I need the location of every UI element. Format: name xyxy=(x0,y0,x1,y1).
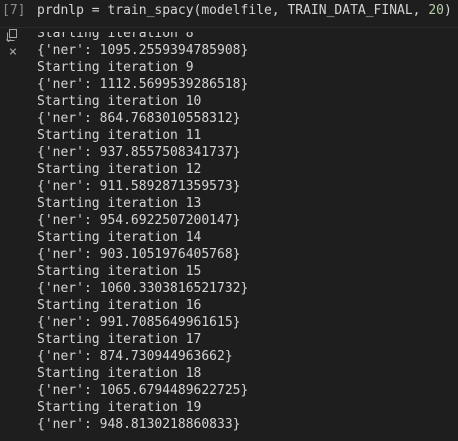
output-line: {'ner': 937.8557508341737} xyxy=(37,145,241,160)
output-line: Starting iteration 13 xyxy=(37,196,202,211)
output-line: Starting iteration 8 xyxy=(37,32,194,41)
output-line: Starting iteration 17 xyxy=(37,332,202,347)
code-line[interactable]: prdnlp = train_spacy(modelfile, TRAIN_DA… xyxy=(37,3,452,19)
output-line: {'ner': 911.5892871359573} xyxy=(37,179,241,194)
output-line: {'ner': 1060.3303816521732} xyxy=(37,281,249,296)
output-line: {'ner': 874.730944963662} xyxy=(37,349,233,364)
output-line: {'ner': 1112.5699539286518} xyxy=(37,77,249,92)
execution-count: [7] xyxy=(2,3,26,18)
output-lines: Starting iteration 8 {'ner': 1095.2559394… xyxy=(37,32,248,433)
output-line: Starting iteration 18 xyxy=(37,366,202,381)
cell-output[interactable]: Starting iteration 8 {'ner': 1095.2559394… xyxy=(37,32,458,441)
code-text: prdnlp = train_spacy(modelfile, TRAIN_DA… xyxy=(37,3,429,18)
output-line: {'ner': 864.7683010558312} xyxy=(37,111,241,126)
output-line: {'ner': 1065.6794489622725} xyxy=(37,383,249,398)
output-line: {'ner': 991.7085649961615} xyxy=(37,315,241,330)
output-line: Starting iteration 12 xyxy=(37,162,202,177)
code-closing-paren: ) xyxy=(444,3,452,18)
notebook-cell: [7] prdnlp = train_spacy(modelfile, TRAI… xyxy=(0,0,458,441)
close-icon[interactable]: × xyxy=(5,45,21,59)
output-line: {'ner': 1095.2559394785908} xyxy=(37,43,249,58)
output-line: Starting iteration 15 xyxy=(37,264,202,279)
output-line: Starting iteration 11 xyxy=(37,128,202,143)
copy-output-icon[interactable] xyxy=(5,28,21,42)
output-line: Starting iteration 19 xyxy=(37,400,202,415)
output-line: {'ner': 903.1051976405768} xyxy=(37,247,241,262)
output-line: Starting iteration 9 xyxy=(37,60,194,75)
input-output-divider xyxy=(0,27,458,28)
output-line: {'ner': 948.8130218860833} xyxy=(37,417,241,432)
output-line: Starting iteration 16 xyxy=(37,298,202,313)
output-line: Starting iteration 10 xyxy=(37,94,202,109)
output-line: {'ner': 954.6922507200147} xyxy=(37,213,241,228)
output-line: Starting iteration 14 xyxy=(37,230,202,245)
code-number-literal: 20 xyxy=(428,3,444,18)
